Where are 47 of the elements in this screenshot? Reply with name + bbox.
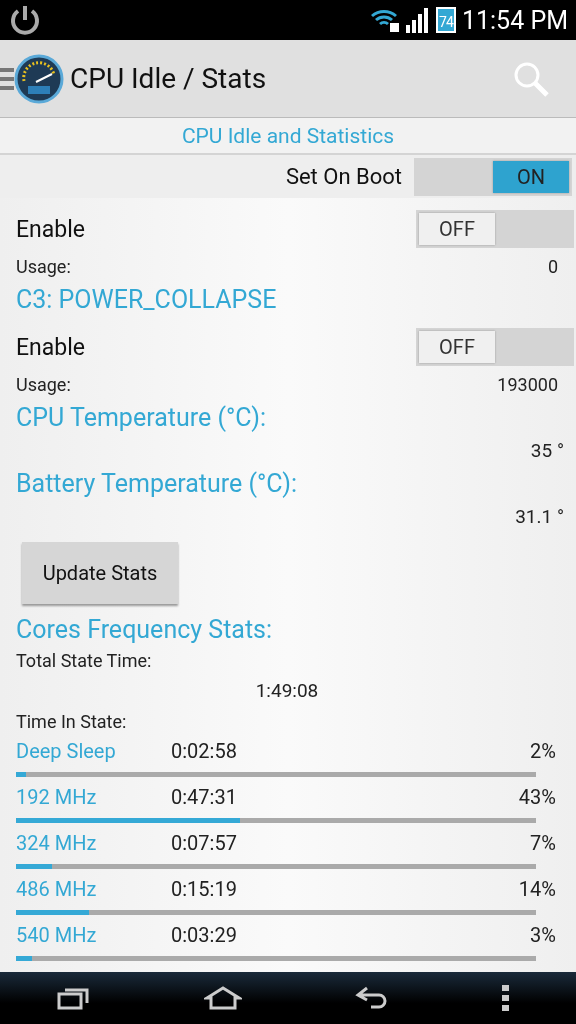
- overflow-menu-icon[interactable]: [501, 985, 510, 1011]
- app-title: CPU Idle / Stats: [70, 62, 267, 95]
- state-percent: 3%: [530, 923, 556, 947]
- usage-value: 193000: [497, 373, 558, 395]
- home-icon[interactable]: [203, 985, 242, 1011]
- total-label: Total State Time:: [16, 649, 152, 671]
- toggle-switch[interactable]: ON: [414, 157, 572, 196]
- time-in-state-label: Time In State:: [16, 710, 127, 732]
- frequency-name: 540 MHz: [16, 923, 98, 947]
- state-time: 0:47:31: [171, 785, 238, 809]
- battery-level: 74: [435, 7, 456, 33]
- state-percent: 2%: [530, 739, 556, 763]
- frequency-name: Deep Sleep: [16, 739, 117, 763]
- temperature-heading: Battery Temperature (°C):: [16, 468, 298, 498]
- state-time: 0:15:19: [171, 877, 238, 901]
- signal-icon: [405, 7, 430, 33]
- toggle-switch[interactable]: OFF: [416, 210, 574, 248]
- total-time: 1:49:08: [255, 678, 319, 702]
- state-time: 0:02:58: [171, 739, 238, 763]
- toggle-switch[interactable]: OFF: [416, 328, 574, 366]
- power-icon: [8, 3, 42, 37]
- state-percent: 14%: [518, 877, 556, 901]
- temperature-value: 31.1 °: [515, 504, 564, 528]
- frequency-name: 192 MHz: [16, 785, 98, 809]
- temperature-value: 35 °: [530, 438, 564, 462]
- usage-label: Usage:: [16, 373, 71, 395]
- clock-time: 11:54 PM: [461, 5, 568, 35]
- update-stats-button[interactable]: Update Stats: [22, 542, 178, 604]
- state-heading: C3: POWER_COLLAPSE: [16, 284, 277, 314]
- usage-value: 0: [547, 255, 558, 277]
- section-title: CPU Idle and Statistics: [181, 123, 395, 148]
- usage-label: Usage:: [16, 255, 71, 277]
- wifi-icon: [369, 7, 400, 33]
- cores-heading: Cores Frequency Stats:: [16, 614, 273, 644]
- gauge-icon[interactable]: [14, 53, 64, 104]
- state-time: 0:07:57: [171, 831, 238, 855]
- enable-label: Enable: [16, 215, 85, 243]
- menu-icon[interactable]: [0, 65, 14, 92]
- back-icon[interactable]: [354, 985, 389, 1011]
- state-percent: 43%: [518, 785, 556, 809]
- enable-label: Enable: [16, 333, 85, 361]
- state-time: 0:03:29: [171, 923, 238, 947]
- temperature-heading: CPU Temperature (°C):: [16, 402, 266, 432]
- state-percent: 7%: [530, 831, 556, 855]
- setting-label: Set On Boot: [285, 164, 402, 189]
- frequency-name: 486 MHz: [16, 877, 98, 901]
- frequency-name: 324 MHz: [16, 831, 98, 855]
